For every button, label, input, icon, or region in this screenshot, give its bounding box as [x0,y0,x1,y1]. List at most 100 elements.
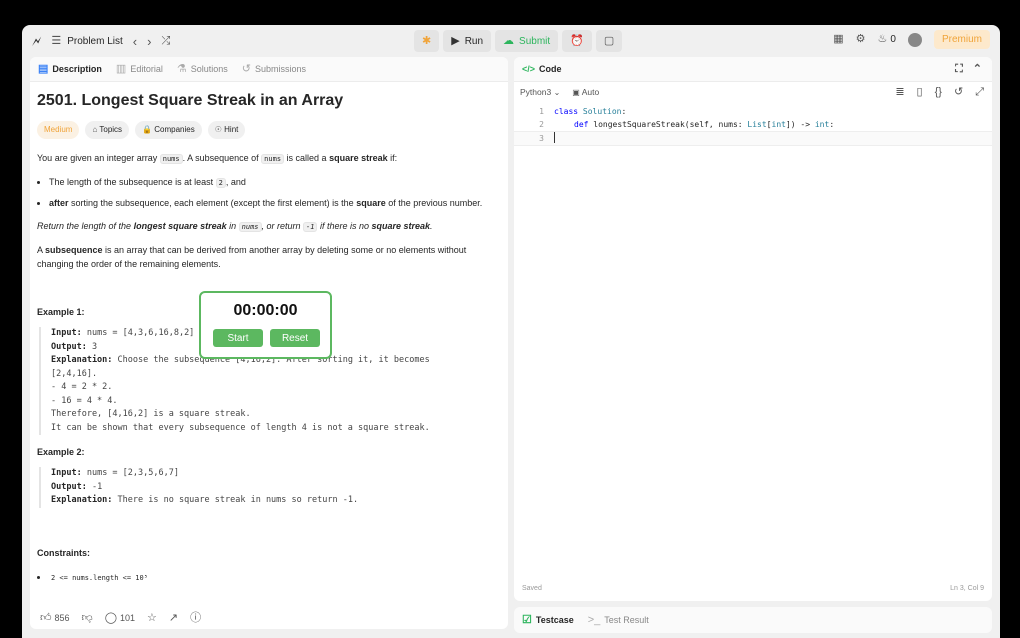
history-icon: ↺ [241,62,251,75]
example-line: Explanation: There is no square streak i… [51,495,359,505]
timer-display: 00:00:00 [233,302,298,319]
thumbs-up-icon: 👍︎ [40,611,52,624]
settings-gear-icon[interactable]: ⚙ [856,34,866,45]
list-item: after sorting the subsequence, each elem… [49,196,497,210]
comment-icon: ◯ [104,611,118,624]
timer-widget[interactable]: 00:00:00 Start Reset [199,291,332,359]
submit-button[interactable]: ☁ Submit [495,30,559,52]
constraints-title: Constraints: [37,547,91,558]
example-line: It can be shown that every subsequence o… [51,422,430,433]
code-line: 3 [514,131,992,146]
problem-list-icon[interactable]: ☰ [51,35,61,47]
cloud-upload-icon: ☁ [503,34,515,47]
example-2-block: Input: nums = [2,3,5,6,7] Output: -1 Expla… [39,467,497,508]
tab-testcase[interactable]: ☑ Testcase [522,613,574,626]
premium-button[interactable]: Premium [933,30,990,49]
tab-submissions[interactable]: ↺ Submissions [241,62,306,75]
code-brackets-icon: </> [522,63,536,74]
code-line: 2 def longestSquareStreak(self, nums: Lis… [539,120,835,129]
document-icon: ▤ [38,62,49,75]
avatar[interactable] [907,32,922,47]
thumbs-down-icon[interactable]: 👎︎ [82,612,93,624]
example-label: Input: [51,468,82,478]
tab-solutions[interactable]: ⚗ Solutions [176,62,228,75]
code-header: </> Code ⛶ ⌃ [514,57,992,82]
example-line: Input: nums = [2,3,5,6,7] [51,468,179,478]
code-editor[interactable]: 1 class Solution: 2 def longestSquareStrea… [514,105,992,146]
book-icon: ▥ [115,62,127,75]
collapse-chevron-icon[interactable]: ⌃ [973,63,982,75]
example-label: Output: [51,341,87,352]
code-line: 1 class Solution: [539,107,627,116]
debug-button[interactable]: ✱ [414,30,440,52]
timer-reset-button[interactable]: Reset [270,329,320,347]
chevron-down-icon: ⌄ [553,88,561,97]
example-line: Output: -1 [51,481,103,492]
tab-test-result[interactable]: >_ Test Result [587,613,649,626]
chevron-left-icon[interactable]: ‹ [133,35,137,48]
difficulty-badge: Medium [37,121,80,139]
save-status: Saved [522,585,542,592]
example-label: Output: [51,481,87,492]
share-icon[interactable]: ↗ [169,612,178,624]
example-line: [2,4,16]. [51,368,98,379]
format-icon[interactable]: ≣ [895,86,904,98]
editor-status-bar: Saved Ln 3, Col 9 [514,585,992,592]
example-label: Explanation: [51,495,113,505]
bug-icon: ✱ [422,34,432,47]
description-footer: 👍︎ 856 👎︎ ◯ 101 ☆ ↗ ⓘ [30,607,508,629]
app-window: 🗲 ☰ Problem List ‹ › ⤮ ✱ ▶ Run ☁ Submit ⏰ … [22,25,1000,638]
braces-icon[interactable]: {} [935,86,942,98]
streak-counter[interactable]: ♨ 0 [878,34,896,46]
tag-icon: ⌂ [92,125,98,134]
problem-intro: You are given an integer array nums. A s… [37,153,398,164]
return-statement: Return the length of the longest square … [37,221,433,232]
note-icon: ▢ [603,34,615,47]
tab-description[interactable]: ▤ Description [38,62,102,75]
topics-tag[interactable]: ⌂ Topics [85,121,130,139]
timer-start-button[interactable]: Start [213,329,263,347]
testcase-panel: ☑ Testcase >_ Test Result [514,607,992,633]
example-2-title: Example 2: [37,447,85,457]
constraints-list: 2 <= nums.length <= 10⁵ [37,570,497,585]
star-icon[interactable]: ☆ [147,612,157,624]
comments-button[interactable]: ◯ 101 [104,611,135,624]
reset-icon[interactable]: ↺ [954,86,963,98]
shuffle-icon[interactable]: ⤮ [161,35,170,47]
checkbox-icon: ☑ [522,613,532,626]
language-select[interactable]: Python3 ⌄ [520,87,560,97]
text-cursor [554,132,555,143]
leetcode-logo-icon[interactable]: 🗲 [32,34,41,48]
tab-editorial[interactable]: ▥ Editorial [115,62,163,75]
run-button[interactable]: ▶ Run [443,30,492,52]
lock-icon: 🔒 [142,125,153,134]
example-label: Input: [51,328,82,338]
like-button[interactable]: 👍︎ 856 [40,611,70,624]
fullscreen-icon[interactable]: ⤢ [975,86,984,98]
chevron-right-icon[interactable]: › [147,35,151,48]
flask-icon: ⚗ [176,62,187,75]
lightbulb-icon: ☉ [214,125,222,134]
problem-title: 2501. Longest Square Streak in an Array [37,92,344,109]
code-panel: </> Code ⛶ ⌃ Python3 ⌄ ▣ Auto ≣ ▯ {} ↺ ⤢… [514,57,992,601]
example-label: Explanation: [51,355,113,365]
terminal-icon: >_ [587,613,601,626]
editor-toolbar: Python3 ⌄ ▣ Auto ≣ ▯ {} ↺ ⤢ [514,82,992,102]
lock-icon: ▣ [572,88,580,97]
companies-tag[interactable]: 🔒 Companies [135,121,202,139]
example-line: - 4 = 2 * 2. [51,382,113,392]
top-bar: 🗲 ☰ Problem List ‹ › ⤮ ✱ ▶ Run ☁ Submit ⏰ … [22,25,1000,57]
list-item: The length of the subsequence is at leas… [49,175,497,190]
description-tabs: ▤ Description ▥ Editorial ⚗ Solutions ↺ Subm… [30,57,508,82]
bookmark-icon[interactable]: ▯ [917,86,923,98]
alarm-button[interactable]: ⏰ [562,30,592,52]
help-icon[interactable]: ⓘ [190,612,201,624]
problem-list-link[interactable]: Problem List [67,36,123,47]
auto-toggle[interactable]: ▣ Auto [572,87,599,97]
cursor-position: Ln 3, Col 9 [950,585,984,592]
notes-button[interactable]: ▢ [595,30,623,52]
expand-icon[interactable]: ⛶ [955,63,963,75]
play-icon: ▶ [451,34,460,47]
hint-tag[interactable]: ☉ Hint [207,121,246,139]
layout-icon[interactable]: ▦ [833,34,843,45]
